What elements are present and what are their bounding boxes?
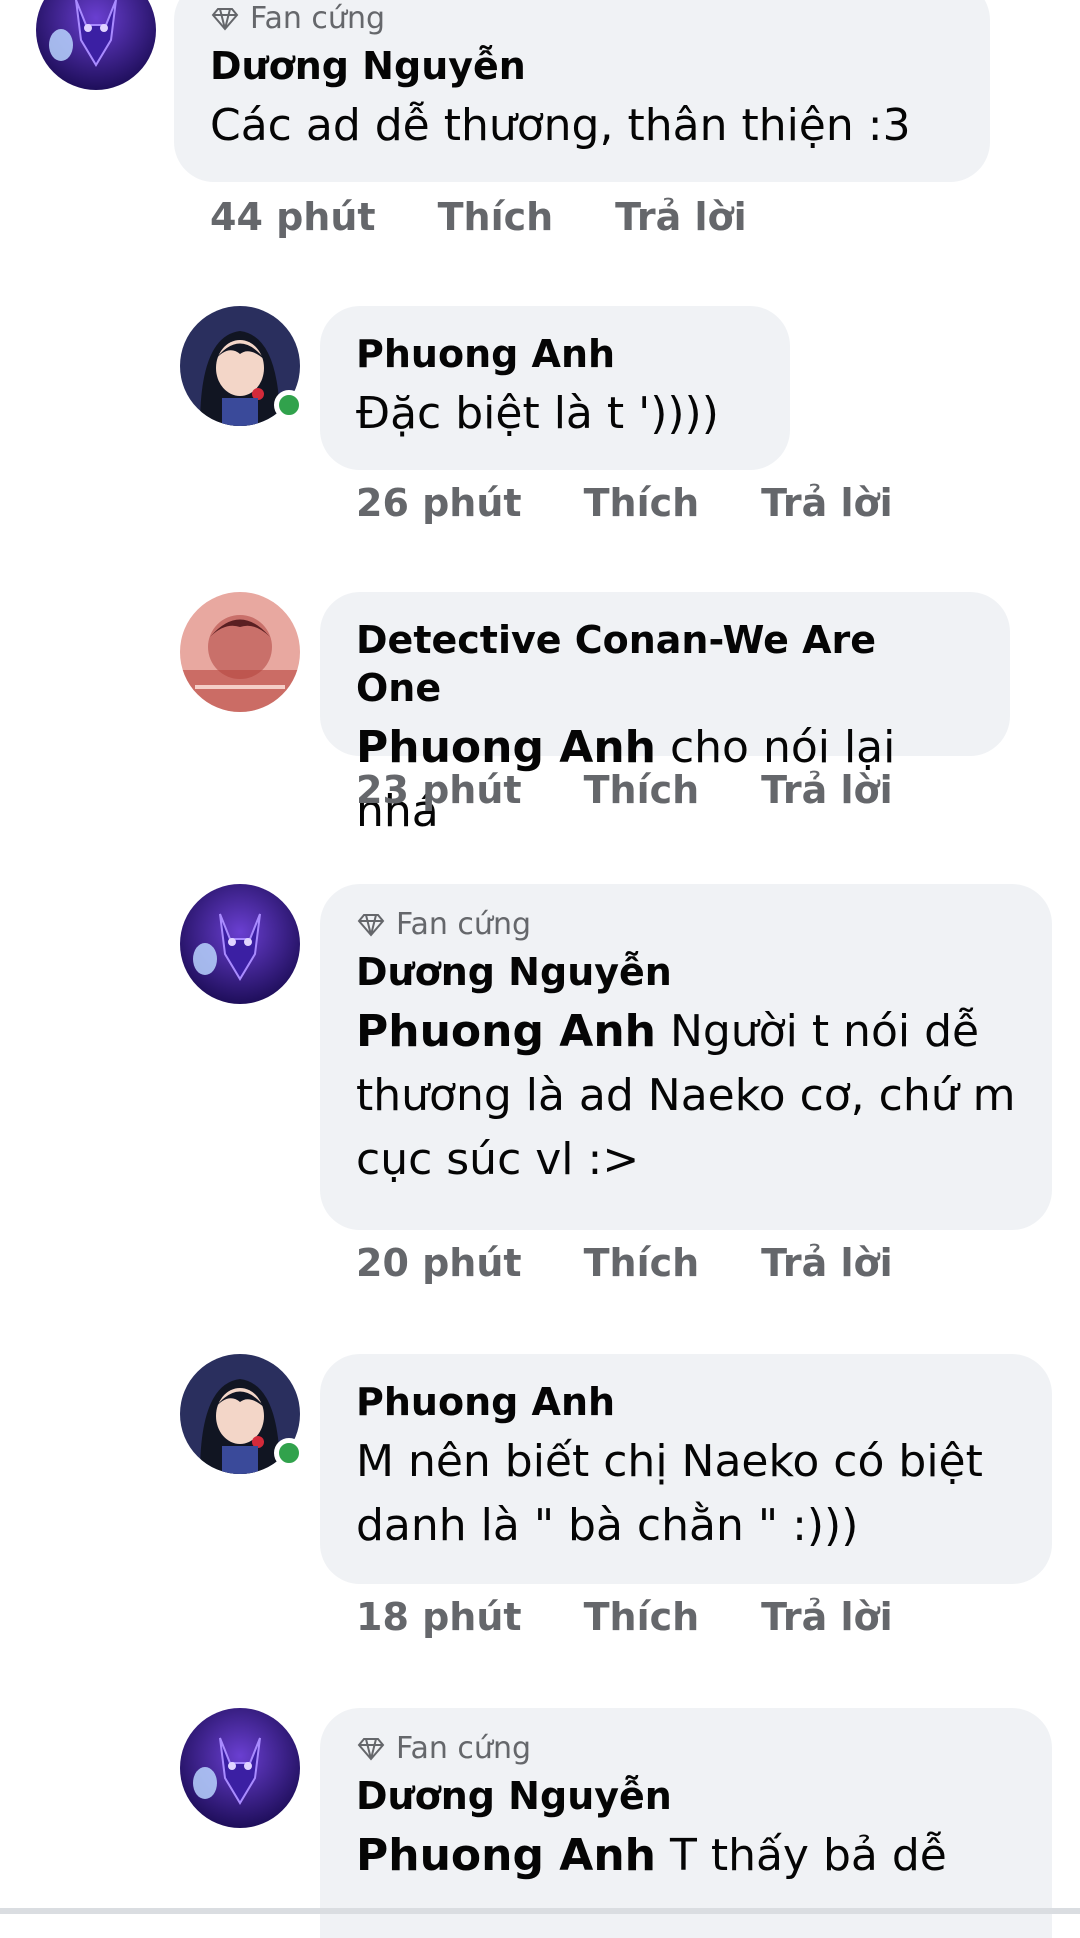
- comment-bubble[interactable]: Detective Conan-We Are One Phuong Anh ch…: [320, 592, 1010, 837]
- reply-button[interactable]: Trả lời: [761, 1240, 893, 1286]
- comment-body: M nên biết chị Naeko có biệt danh là " b…: [356, 1436, 983, 1551]
- comment-text: M nên biết chị Naeko có biệt danh là " b…: [356, 1430, 1016, 1558]
- avatar-phuong-anh[interactable]: [180, 1354, 304, 1474]
- mention-link[interactable]: Phuong Anh: [356, 1006, 656, 1057]
- comment-bubble[interactable]: Phuong Anh Đặc biệt là t ')))): [320, 306, 790, 470]
- comment-actions: 18 phút Thích Trả lời: [356, 1594, 955, 1640]
- comment-actions: 23 phút Thích Trả lời: [356, 767, 955, 813]
- comment-bubble[interactable]: Phuong Anh M nên biết chị Naeko có biệt …: [320, 1354, 1052, 1584]
- like-button[interactable]: Thích: [584, 1594, 700, 1640]
- comment-body: Đặc biệt là t ')))): [356, 388, 719, 439]
- online-status-indicator: [274, 1438, 304, 1468]
- comment-author[interactable]: Phuong Anh: [356, 1378, 1016, 1426]
- comment-bubble[interactable]: Fan cứng Dương Nguyễn Các ad dễ thương, …: [174, 0, 990, 182]
- fan-badge: Fan cứng: [356, 908, 1016, 942]
- avatar-duong-nguyen[interactable]: [180, 884, 300, 1004]
- bottom-divider: [0, 1908, 1080, 1914]
- comment-author[interactable]: Dương Nguyễn: [356, 948, 1016, 996]
- reply-button[interactable]: Trả lời: [615, 194, 747, 240]
- reply-button[interactable]: Trả lời: [761, 767, 893, 813]
- comment-author[interactable]: Phuong Anh: [356, 330, 754, 378]
- avatar-duong-nguyen[interactable]: [180, 1708, 300, 1828]
- comment-author[interactable]: Dương Nguyễn: [356, 1772, 1016, 1820]
- badge-label: Fan cứng: [250, 1, 385, 36]
- like-button[interactable]: Thích: [438, 194, 554, 240]
- reply-button[interactable]: Trả lời: [761, 480, 893, 526]
- comment-author[interactable]: Dương Nguyễn: [210, 42, 954, 90]
- comment-actions: 44 phút Thích Trả lời: [210, 194, 809, 240]
- diamond-icon: [357, 914, 385, 937]
- comment-bubble[interactable]: Fan cứng Dương Nguyễn Phuong Anh Người t…: [320, 884, 1052, 1230]
- avatar-detective-conan[interactable]: [180, 592, 300, 712]
- comment-author[interactable]: Detective Conan-We Are One: [356, 616, 974, 712]
- avatar-duong-nguyen[interactable]: [36, 0, 156, 90]
- fan-badge: Fan cứng: [210, 2, 954, 36]
- comment-text: Các ad dễ thương, thân thiện :3: [210, 94, 954, 158]
- mention-link[interactable]: Phuong Anh: [356, 722, 656, 773]
- comment-actions: 20 phút Thích Trả lời: [356, 1240, 955, 1286]
- diamond-icon: [357, 1738, 385, 1761]
- online-status-indicator: [274, 390, 304, 420]
- comment-text: Đặc biệt là t ')))): [356, 382, 754, 446]
- diamond-icon: [211, 8, 239, 31]
- comment-actions: 26 phút Thích Trả lời: [356, 480, 955, 526]
- badge-label: Fan cứng: [396, 907, 531, 942]
- badge-label: Fan cứng: [396, 1731, 531, 1766]
- comment-body: T thấy bả dễ: [655, 1830, 947, 1881]
- comment-time[interactable]: 18 phút: [356, 1594, 522, 1640]
- mention-link[interactable]: Phuong Anh: [356, 1830, 656, 1881]
- comment-text: Phuong Anh T thấy bả dễ: [356, 1824, 1016, 1888]
- comment-bubble[interactable]: Fan cứng Dương Nguyễn Phuong Anh T thấy …: [320, 1708, 1052, 1938]
- comment-time[interactable]: 26 phút: [356, 480, 522, 526]
- comment-time[interactable]: 20 phút: [356, 1240, 522, 1286]
- comment-time[interactable]: 44 phút: [210, 194, 376, 240]
- reply-button[interactable]: Trả lời: [761, 1594, 893, 1640]
- comment-body: Các ad dễ thương, thân thiện :3: [210, 100, 911, 151]
- like-button[interactable]: Thích: [584, 480, 700, 526]
- like-button[interactable]: Thích: [584, 1240, 700, 1286]
- avatar-phuong-anh[interactable]: [180, 306, 304, 426]
- comment-text: Phuong Anh Người t nói dễ thương là ad N…: [356, 1000, 1016, 1192]
- fan-badge: Fan cứng: [356, 1732, 1016, 1766]
- like-button[interactable]: Thích: [584, 767, 700, 813]
- comment-time[interactable]: 23 phút: [356, 767, 522, 813]
